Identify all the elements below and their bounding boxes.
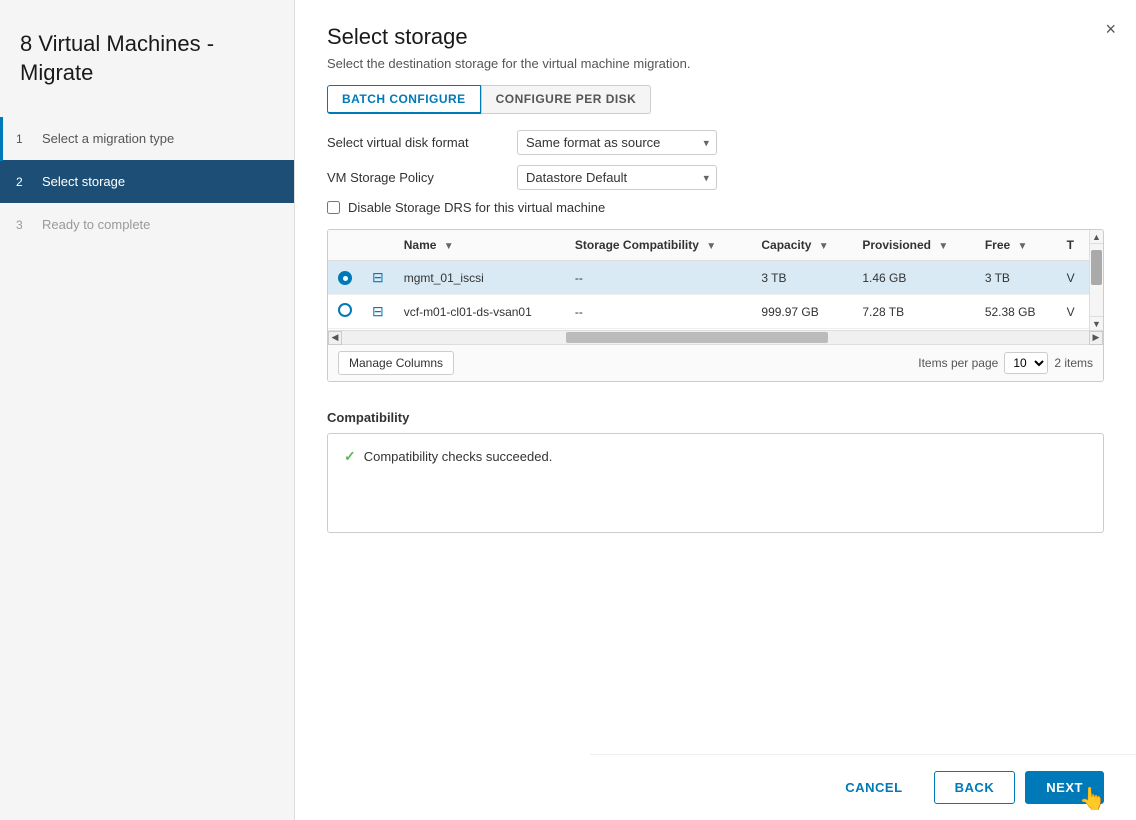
vertical-scrollbar[interactable]: ▲ ▼ bbox=[1089, 230, 1103, 330]
scrollbar-thumb bbox=[1091, 250, 1102, 285]
row2-capacity: 999.97 GB bbox=[751, 295, 852, 329]
sidebar: 8 Virtual Machines - Migrate 1 Select a … bbox=[0, 0, 295, 820]
compatibility-box: ✓ Compatibility checks succeeded. bbox=[327, 433, 1104, 533]
disk-format-select-wrapper: Same format as source bbox=[517, 130, 717, 155]
sidebar-item-step2[interactable]: 2 Select storage bbox=[0, 160, 294, 203]
name-filter-icon[interactable]: ▼ bbox=[444, 241, 454, 252]
row1-name[interactable]: mgmt_01_iscsi bbox=[394, 261, 565, 295]
row2-provisioned: 7.28 TB bbox=[852, 295, 975, 329]
row2-free: 52.38 GB bbox=[975, 295, 1057, 329]
horizontal-scrollbar[interactable]: ◀ ▶ bbox=[328, 330, 1103, 344]
hscroll-right-btn[interactable]: ▶ bbox=[1089, 331, 1103, 345]
cancel-button[interactable]: CANCEL bbox=[824, 771, 923, 804]
disk-format-select[interactable]: Same format as source bbox=[517, 130, 717, 155]
step2-label: Select storage bbox=[42, 174, 125, 189]
section-description: Select the destination storage for the v… bbox=[327, 56, 1104, 71]
storage-table-container: Name ▼ Storage Compatibility ▼ Capacity … bbox=[327, 229, 1104, 382]
compatibility-title: Compatibility bbox=[327, 410, 1104, 425]
scroll-up-btn[interactable]: ▲ bbox=[1090, 230, 1103, 244]
items-per-page-label: Items per page bbox=[918, 356, 998, 370]
table-row[interactable]: ⊟ vcf-m01-cl01-ds-vsan01 -- 999.97 GB 7.… bbox=[328, 295, 1089, 329]
vm-policy-select[interactable]: Datastore Default bbox=[517, 165, 717, 190]
sidebar-steps: 1 Select a migration type 2 Select stora… bbox=[0, 117, 294, 246]
hscroll-track[interactable] bbox=[342, 331, 1089, 344]
vm-policy-row: VM Storage Policy Datastore Default bbox=[327, 165, 1104, 190]
sidebar-title: 8 Virtual Machines - Migrate bbox=[0, 20, 294, 117]
step1-number: 1 bbox=[16, 132, 32, 146]
table-header-row: Name ▼ Storage Compatibility ▼ Capacity … bbox=[328, 230, 1089, 261]
disable-drs-row: Disable Storage DRS for this virtual mac… bbox=[327, 200, 1104, 215]
compatibility-success-row: ✓ Compatibility checks succeeded. bbox=[344, 448, 1087, 465]
hscroll-thumb bbox=[566, 332, 827, 343]
vm-policy-select-wrapper: Datastore Default bbox=[517, 165, 717, 190]
sidebar-item-step1[interactable]: 1 Select a migration type bbox=[0, 117, 294, 160]
sidebar-item-step3[interactable]: 3 Ready to complete bbox=[0, 203, 294, 246]
row2-type: V bbox=[1057, 295, 1089, 329]
pagination-info: Items per page 10 2 items bbox=[918, 352, 1093, 374]
col-provisioned[interactable]: Provisioned ▼ bbox=[852, 230, 975, 261]
disable-drs-label[interactable]: Disable Storage DRS for this virtual mac… bbox=[348, 200, 605, 215]
tab-configure-per-disk[interactable]: CONFIGURE PER DISK bbox=[481, 85, 652, 114]
row1-provisioned: 1.46 GB bbox=[852, 261, 975, 295]
row2-radio[interactable] bbox=[338, 303, 352, 317]
step3-label: Ready to complete bbox=[42, 217, 150, 232]
row1-capacity: 3 TB bbox=[751, 261, 852, 295]
provisioned-filter-icon[interactable]: ▼ bbox=[938, 241, 948, 252]
row2-storage-compat: -- bbox=[565, 295, 751, 329]
storage-compat-filter-icon[interactable]: ▼ bbox=[706, 241, 716, 252]
row1-free: 3 TB bbox=[975, 261, 1057, 295]
col-name[interactable]: Name ▼ bbox=[394, 230, 565, 261]
col-icon bbox=[362, 230, 394, 261]
col-capacity[interactable]: Capacity ▼ bbox=[751, 230, 852, 261]
table-with-scrollbar: Name ▼ Storage Compatibility ▼ Capacity … bbox=[328, 230, 1103, 330]
col-storage-compat[interactable]: Storage Compatibility ▼ bbox=[565, 230, 751, 261]
tab-batch-configure[interactable]: BATCH CONFIGURE bbox=[327, 85, 481, 114]
manage-columns-button[interactable]: Manage Columns bbox=[338, 351, 454, 375]
step2-number: 2 bbox=[16, 175, 32, 189]
vm-policy-label: VM Storage Policy bbox=[327, 170, 517, 185]
items-count: 2 items bbox=[1054, 356, 1093, 370]
capacity-filter-icon[interactable]: ▼ bbox=[819, 241, 829, 252]
free-filter-icon[interactable]: ▼ bbox=[1018, 241, 1028, 252]
close-button[interactable]: × bbox=[1105, 20, 1116, 38]
modal-footer: CANCEL BACK NEXT 👆 bbox=[590, 754, 1136, 820]
row2-datastore-icon: ⊟ bbox=[372, 303, 384, 319]
step1-label: Select a migration type bbox=[42, 131, 174, 146]
row1-icon-cell: ⊟ bbox=[362, 261, 394, 295]
row2-icon-cell: ⊟ bbox=[362, 295, 394, 329]
scroll-down-btn[interactable]: ▼ bbox=[1090, 316, 1103, 330]
col-type[interactable]: T bbox=[1057, 230, 1089, 261]
col-radio bbox=[328, 230, 362, 261]
step3-number: 3 bbox=[16, 218, 32, 232]
check-icon: ✓ bbox=[344, 448, 356, 465]
table-footer: Manage Columns Items per page 10 2 items bbox=[328, 344, 1103, 381]
row1-storage-compat: -- bbox=[565, 261, 751, 295]
col-free[interactable]: Free ▼ bbox=[975, 230, 1057, 261]
row1-type: V bbox=[1057, 261, 1089, 295]
table-row[interactable]: ⊟ mgmt_01_iscsi -- 3 TB 1.46 GB 3 TB V bbox=[328, 261, 1089, 295]
compatibility-message: Compatibility checks succeeded. bbox=[364, 449, 553, 464]
back-button[interactable]: BACK bbox=[934, 771, 1016, 804]
row1-datastore-icon: ⊟ bbox=[372, 269, 384, 285]
next-button[interactable]: NEXT bbox=[1025, 771, 1104, 804]
per-page-select[interactable]: 10 bbox=[1004, 352, 1048, 374]
main-content: × Select storage Select the destination … bbox=[295, 0, 1136, 820]
tab-bar: BATCH CONFIGURE CONFIGURE PER DISK bbox=[327, 85, 1104, 114]
disk-format-label: Select virtual disk format bbox=[327, 135, 517, 150]
row1-radio[interactable] bbox=[338, 271, 352, 285]
row2-name[interactable]: vcf-m01-cl01-ds-vsan01 bbox=[394, 295, 565, 329]
disable-drs-checkbox[interactable] bbox=[327, 201, 340, 214]
disk-format-row: Select virtual disk format Same format a… bbox=[327, 130, 1104, 155]
modal: 8 Virtual Machines - Migrate 1 Select a … bbox=[0, 0, 1136, 820]
compatibility-section: Compatibility ✓ Compatibility checks suc… bbox=[327, 410, 1104, 533]
table-scroll-area[interactable]: Name ▼ Storage Compatibility ▼ Capacity … bbox=[328, 230, 1089, 330]
row1-radio-cell[interactable] bbox=[328, 261, 362, 295]
row2-radio-cell[interactable] bbox=[328, 295, 362, 329]
hscroll-left-btn[interactable]: ◀ bbox=[328, 331, 342, 345]
storage-table: Name ▼ Storage Compatibility ▼ Capacity … bbox=[328, 230, 1089, 329]
page-title: Select storage bbox=[327, 24, 1104, 50]
